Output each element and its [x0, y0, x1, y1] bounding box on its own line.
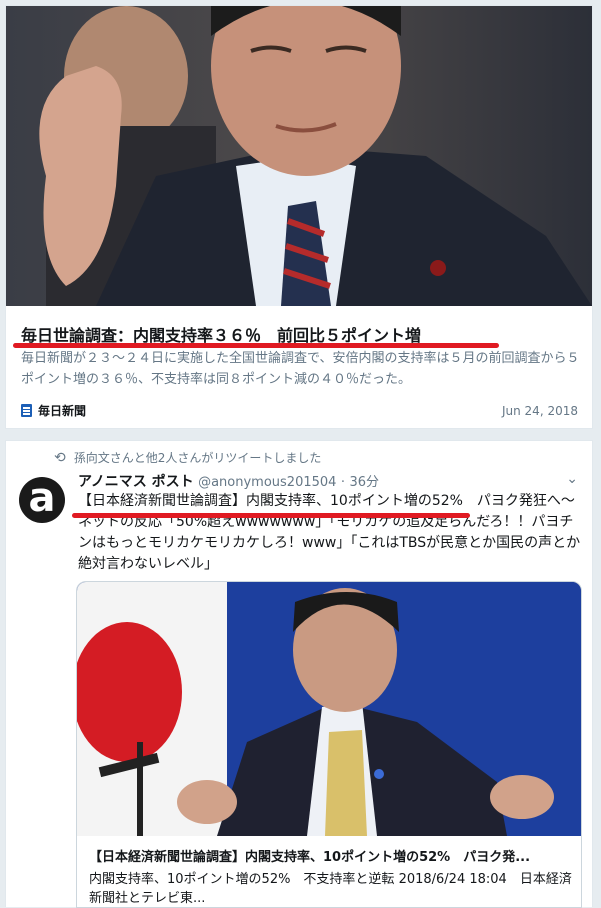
press-conference-photo-illustration	[77, 582, 581, 836]
tweet-header: アノニマス ポスト @anonymous201504 · 36分	[78, 471, 379, 491]
retweet-context: ⟲ 孫向文さんと他2人さんがリツイートしました	[54, 449, 321, 466]
retweet-icon: ⟲	[54, 449, 66, 466]
tweet-media-card[interactable]: 【日本経済新聞世論調査】内閣支持率、10ポイント増の52% パヨク発... 内閣…	[76, 581, 582, 908]
avatar[interactable]: a	[19, 477, 65, 523]
tweet-timestamp[interactable]: 36分	[349, 475, 379, 490]
tweet-highlight-underline	[72, 513, 470, 518]
politician-photo-illustration	[6, 6, 592, 306]
tweet-separator: ·	[340, 475, 346, 490]
news-card[interactable]: 毎日世論調査：内閣支持率３６％ 前回比５ポイント増 毎日新聞が２３～２４日に実施…	[5, 5, 593, 429]
news-source[interactable]: 毎日新聞	[21, 402, 86, 419]
retweet-context-label: 孫向文さんと他2人さんがリツイートしました	[73, 451, 322, 465]
news-snippet: 毎日新聞が２３～２４日に実施した全国世論調査で、安倍内閣の支持率は５月の前回調査…	[21, 351, 580, 387]
media-photo[interactable]	[77, 582, 581, 836]
news-body[interactable]: 毎日世論調査：内閣支持率３６％ 前回比５ポイント増 毎日新聞が２３～２４日に実施…	[6, 306, 592, 428]
newspaper-icon	[21, 404, 32, 417]
news-source-label: 毎日新聞	[38, 404, 87, 418]
tweet-card[interactable]: ⟲ 孫向文さんと他2人さんがリツイートしました a アノニマス ポスト @ano…	[5, 440, 593, 908]
news-date: Jun 24, 2018	[501, 404, 578, 418]
media-title[interactable]: 【日本経済新聞世論調査】内閣支持率、10ポイント増の52% パヨク発...	[89, 846, 573, 865]
news-photo[interactable]	[6, 6, 592, 306]
chevron-down-icon[interactable]: ⌄	[566, 471, 578, 487]
tweet-text: 【日本経済新聞世論調査】内閣支持率、10ポイント増の52% パヨク発狂へ～ネット…	[78, 493, 581, 572]
tweet-author-name[interactable]: アノニマス ポスト	[78, 474, 194, 490]
media-description: 内閣支持率、10ポイント増の52% 不支持率と逆転 2018/6/24 18:0…	[89, 872, 572, 906]
tweet-author-handle[interactable]: @anonymous201504	[198, 475, 336, 490]
media-caption[interactable]: 【日本経済新聞世論調査】内閣支持率、10ポイント増の52% パヨク発... 内閣…	[89, 846, 573, 907]
